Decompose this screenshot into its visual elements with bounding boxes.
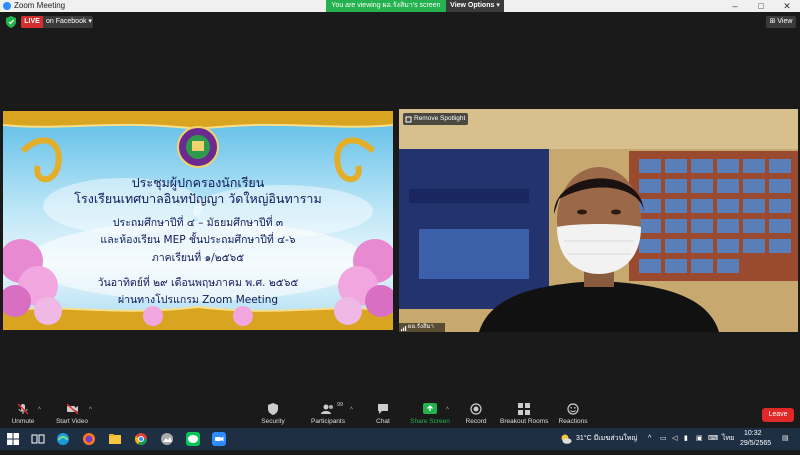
tray-app-icon[interactable]: ▣ bbox=[696, 428, 703, 450]
battery-icon[interactable]: ▮ bbox=[684, 428, 688, 450]
task-view-icon[interactable] bbox=[31, 432, 45, 446]
shield-icon[interactable] bbox=[6, 16, 16, 28]
file-explorer-icon[interactable] bbox=[108, 432, 122, 446]
security-button[interactable]: Security bbox=[256, 399, 290, 428]
slide-text-line-7: ผ่านทางโปรแกรม Zoom Meeting bbox=[117, 294, 279, 306]
network-icon[interactable]: ▭ bbox=[660, 428, 667, 450]
zoom-app-icon bbox=[3, 2, 11, 10]
share-options-caret[interactable]: ^ bbox=[446, 407, 449, 413]
line-app-icon[interactable] bbox=[186, 432, 200, 446]
start-video-button[interactable]: Start Video bbox=[52, 399, 92, 428]
view-layout-button[interactable]: ⊞ View bbox=[766, 16, 796, 28]
notification-icon[interactable]: ▤ bbox=[782, 428, 789, 450]
chat-bubble-icon bbox=[378, 404, 388, 414]
close-button[interactable]: ✕ bbox=[774, 0, 800, 12]
breakout-rooms-icon bbox=[518, 403, 530, 415]
audio-options-caret[interactable]: ^ bbox=[38, 407, 41, 413]
video-options-caret[interactable]: ^ bbox=[89, 407, 92, 413]
meeting-top-strip bbox=[0, 12, 800, 32]
reactions-label: Reactions bbox=[558, 418, 588, 425]
microphone-muted-icon bbox=[17, 403, 29, 415]
unmute-label: Unmute bbox=[11, 418, 35, 425]
weather-text[interactable]: 31°C มีเมฆส่วนใหญ่ bbox=[576, 428, 637, 450]
smiley-icon bbox=[567, 403, 579, 415]
speaker-name: ผอ.รังสิมา bbox=[408, 324, 434, 330]
keyboard-icon[interactable]: ⌨ bbox=[708, 428, 718, 450]
share-screen-label: Share Screen bbox=[410, 418, 450, 425]
breakout-rooms-label: Breakout Rooms bbox=[500, 418, 549, 425]
meeting-toolbar: Unmute ^ Start Video ^ Security 99 Parti… bbox=[0, 399, 800, 428]
edge-browser-icon[interactable] bbox=[56, 432, 70, 446]
windows-taskbar: 31°C มีเมฆส่วนใหญ่ ^ ▭ ◁ ▮ ▣ ⌨ ไทย 10:32… bbox=[0, 428, 800, 450]
breakout-rooms-button[interactable]: Breakout Rooms bbox=[500, 399, 548, 428]
clock-date[interactable]: 29/5/2565 bbox=[740, 433, 771, 455]
remove-spotlight-label: Remove Spotlight bbox=[414, 115, 466, 122]
shared-screen-slide: ประชุมผู้ปกครองนักเรียน โรงเรียนเทศบาลอิ… bbox=[3, 111, 393, 330]
weather-cloud-icon bbox=[561, 434, 572, 444]
remove-spotlight-button[interactable]: Remove Spotlight bbox=[403, 113, 468, 125]
participants-button[interactable]: 99 Participants bbox=[308, 399, 348, 428]
viewing-screen-banner: You are viewing ผอ.รังสิมา's screen bbox=[326, 0, 446, 12]
maximize-button[interactable]: □ bbox=[748, 0, 774, 12]
minimize-button[interactable]: – bbox=[722, 0, 748, 12]
record-label: Record bbox=[465, 418, 487, 425]
spotlight-icon bbox=[405, 116, 412, 123]
slide-text-line-3: ประถมศึกษาปีที่ ๔ – มัธยมศึกษาปีที่ ๓ bbox=[112, 217, 284, 229]
photos-app-icon[interactable] bbox=[160, 432, 174, 446]
slide-text-line-5: ภาคเรียนที่ ๑/๒๕๖๕ bbox=[151, 252, 245, 264]
firefox-icon[interactable] bbox=[82, 432, 96, 446]
speaker-video-frame bbox=[399, 109, 798, 332]
slide-title-line-2: โรงเรียนเทศบาลอินทปัญญา วัดใหญ่อินทาราม bbox=[74, 191, 322, 206]
participants-label: Participants bbox=[311, 418, 345, 425]
start-video-label: Start Video bbox=[55, 418, 89, 425]
tray-chevron-icon[interactable]: ^ bbox=[648, 428, 651, 450]
record-button[interactable]: Record bbox=[460, 399, 492, 428]
record-icon bbox=[470, 403, 482, 415]
zoom-taskbar-icon[interactable] bbox=[212, 432, 226, 446]
reactions-button[interactable]: Reactions bbox=[556, 399, 590, 428]
chat-button[interactable]: Chat bbox=[366, 399, 400, 428]
input-language[interactable]: ไทย bbox=[722, 428, 734, 450]
security-shield-icon bbox=[268, 403, 278, 415]
live-badge[interactable]: LIVE bbox=[21, 16, 43, 28]
share-screen-button[interactable]: Share Screen bbox=[408, 399, 452, 428]
volume-icon[interactable]: ◁ bbox=[672, 428, 677, 450]
unmute-button[interactable]: Unmute bbox=[6, 399, 40, 428]
window-title: Zoom Meeting bbox=[14, 1, 66, 10]
participants-icon bbox=[321, 404, 333, 414]
share-screen-icon bbox=[423, 403, 437, 414]
leave-button[interactable]: Leave bbox=[762, 408, 794, 422]
windows-start-icon[interactable] bbox=[6, 432, 20, 446]
signal-icon bbox=[401, 326, 407, 331]
chat-label: Chat bbox=[376, 418, 390, 425]
slide-text-line-4: และห้องเรียน MEP ชั้นประถมศึกษาปีที่ ๔-๖ bbox=[100, 234, 296, 246]
view-options-button[interactable]: View Options ▾ bbox=[446, 0, 504, 12]
security-label: Security bbox=[261, 418, 285, 425]
speaker-video[interactable] bbox=[399, 109, 798, 332]
participants-options-caret[interactable]: ^ bbox=[350, 407, 353, 413]
chrome-icon[interactable] bbox=[134, 432, 148, 446]
live-on-facebook-dropdown[interactable]: on Facebook ▾ bbox=[43, 16, 93, 28]
slide-text-line-6: วันอาทิตย์ที่ ๒๙ เดือนพฤษภาคม พ.ศ. ๒๕๖๕ bbox=[97, 277, 299, 289]
video-camera-off-icon bbox=[66, 403, 79, 415]
participants-count: 99 bbox=[337, 402, 344, 408]
